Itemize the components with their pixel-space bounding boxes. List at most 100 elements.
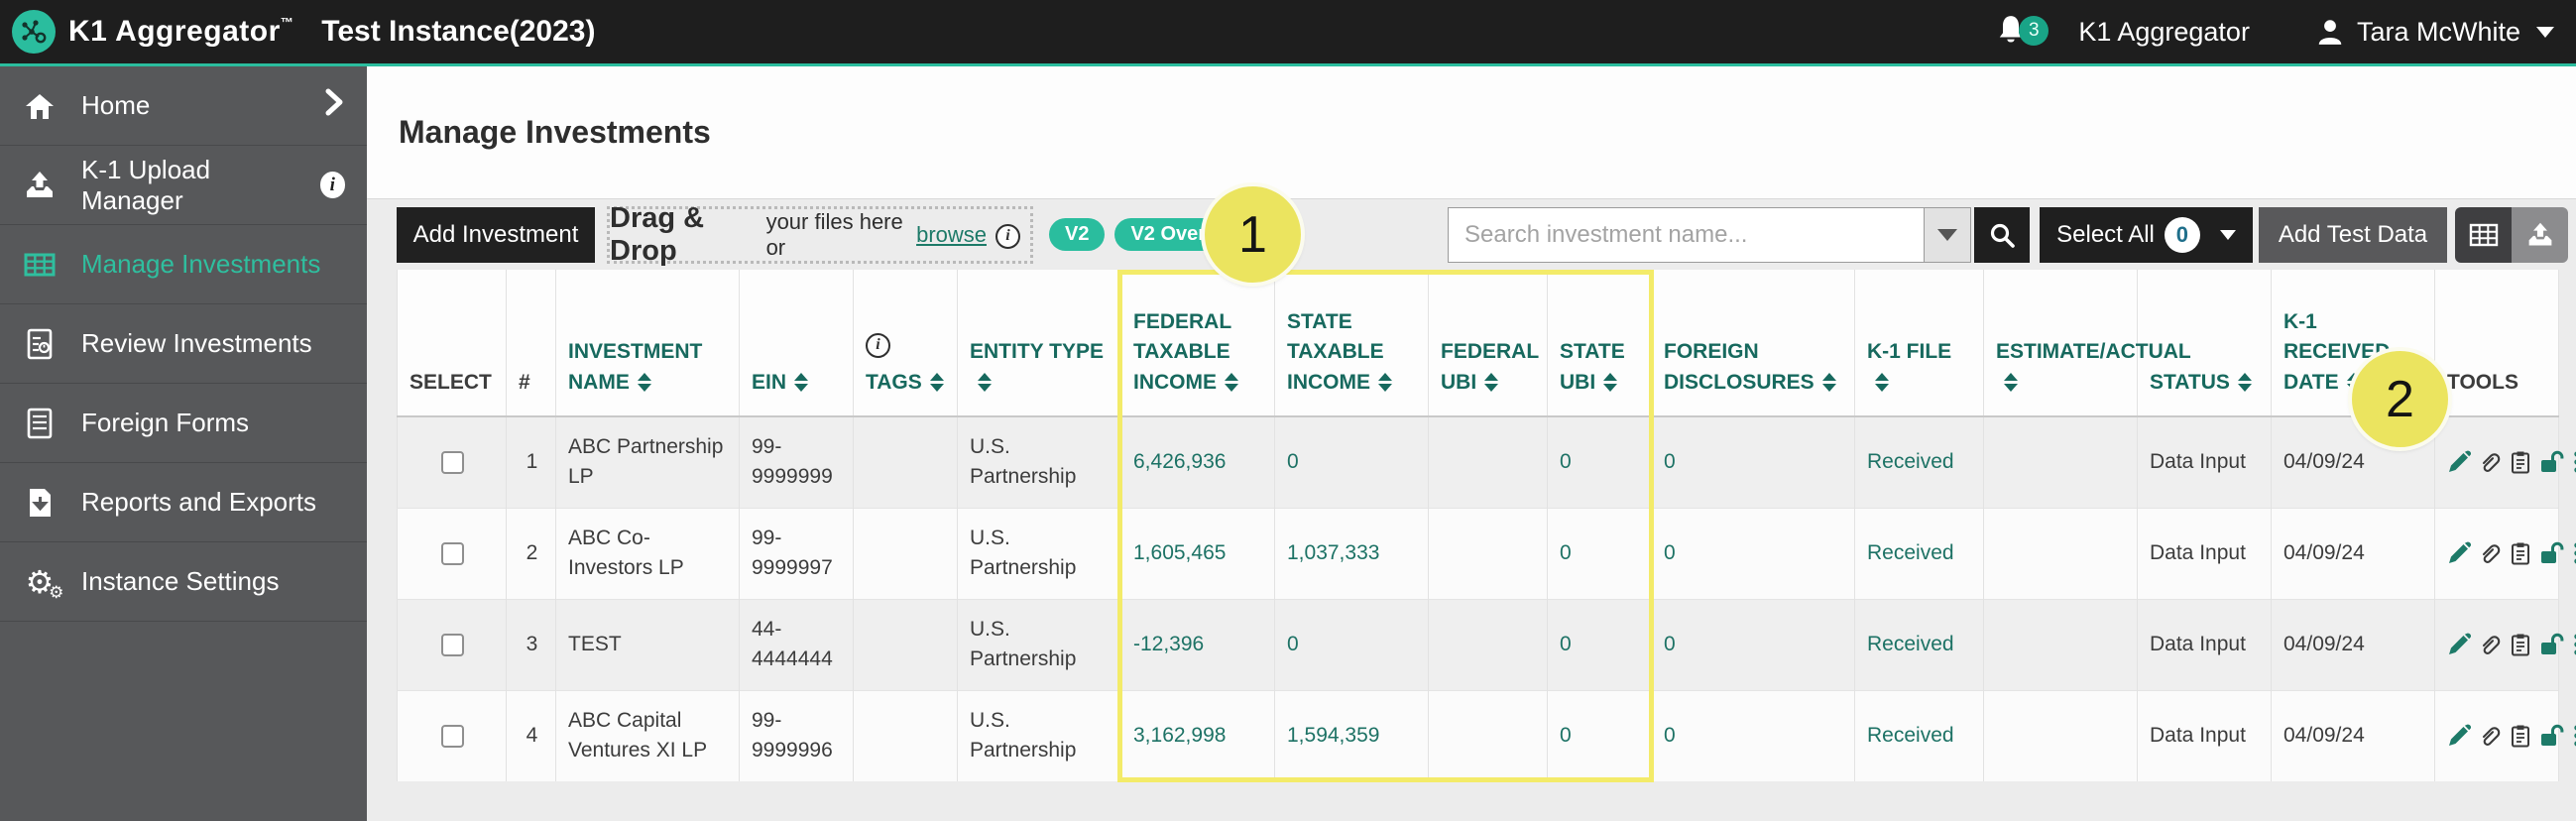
- attachment-paperclip-icon[interactable]: [2478, 724, 2502, 748]
- federal-taxable-income-link[interactable]: -12,396: [1121, 599, 1275, 690]
- sidebar-item-k1-upload-manager[interactable]: K-1 Upload Manager i: [0, 146, 367, 225]
- attachment-paperclip-icon[interactable]: [2478, 633, 2502, 656]
- state-taxable-income-link[interactable]: 1,037,333: [1275, 508, 1429, 599]
- sidebar-item-instance-settings[interactable]: ⚙⚙ Instance Settings: [0, 542, 367, 622]
- sidebar-item-foreign-forms[interactable]: Foreign Forms: [0, 384, 367, 463]
- unlock-icon[interactable]: [2539, 450, 2565, 474]
- chevron-down-icon: [2220, 230, 2236, 240]
- browse-link[interactable]: browse: [916, 222, 987, 248]
- row-number-cell: 1: [507, 416, 556, 508]
- header-state-ubi[interactable]: STATE UBI: [1548, 270, 1652, 416]
- header-federal-ubi[interactable]: FEDERAL UBI: [1429, 270, 1548, 416]
- state-ubi-link[interactable]: 0: [1548, 416, 1652, 508]
- sidebar-item-manage-investments[interactable]: Manage Investments: [0, 225, 367, 304]
- sidebar-item-reports-and-exports[interactable]: Reports and Exports: [0, 463, 367, 542]
- header-tags[interactable]: iTAGS: [854, 270, 958, 416]
- federal-ubi-cell[interactable]: [1429, 508, 1548, 599]
- federal-taxable-income-link[interactable]: 1,605,465: [1121, 508, 1275, 599]
- federal-ubi-cell[interactable]: [1429, 416, 1548, 508]
- kebab-menu-icon[interactable]: [2572, 450, 2576, 474]
- investment-name-cell: TEST: [556, 599, 740, 690]
- federal-ubi-cell[interactable]: [1429, 690, 1548, 781]
- user-menu[interactable]: Tara McWhite: [2315, 17, 2554, 48]
- clipboard-icon[interactable]: [2509, 450, 2532, 474]
- kebab-menu-icon[interactable]: [2572, 541, 2576, 565]
- home-icon: [22, 88, 58, 124]
- header-estimate-actual[interactable]: ESTIMATE/ACTUAL: [1984, 270, 2138, 416]
- sidebar-item-home[interactable]: Home: [0, 66, 367, 146]
- state-taxable-income-link[interactable]: 0: [1275, 416, 1429, 508]
- search-icon: [1987, 220, 2017, 250]
- state-taxable-income-link[interactable]: 1,594,359: [1275, 690, 1429, 781]
- state-ubi-link[interactable]: 0: [1548, 599, 1652, 690]
- row-checkbox[interactable]: [441, 451, 464, 474]
- federal-taxable-income-link[interactable]: 3,162,998: [1121, 690, 1275, 781]
- sidebar-item-label: Reports and Exports: [81, 487, 316, 518]
- edit-pencil-icon[interactable]: [2447, 541, 2471, 565]
- state-ubi-link[interactable]: 0: [1548, 508, 1652, 599]
- select-all-button[interactable]: Select All 0: [2040, 207, 2253, 263]
- kebab-menu-icon[interactable]: [2572, 633, 2576, 656]
- clipboard-icon[interactable]: [2509, 633, 2532, 656]
- federal-taxable-income-link[interactable]: 6,426,936: [1121, 416, 1275, 508]
- clipboard-icon[interactable]: [2509, 541, 2532, 565]
- header-investment-name[interactable]: INVESTMENT NAME: [556, 270, 740, 416]
- k1-file-link[interactable]: Received: [1855, 508, 1984, 599]
- search-input[interactable]: [1448, 207, 1924, 263]
- investment-name-cell: ABC Co-Investors LP: [556, 508, 740, 599]
- foreign-disclosures-link[interactable]: 0: [1652, 599, 1855, 690]
- row-checkbox[interactable]: [441, 725, 464, 748]
- edit-pencil-icon[interactable]: [2447, 724, 2471, 748]
- tools-cell: [2435, 599, 2559, 690]
- sidebar-item-review-investments[interactable]: Review Investments: [0, 304, 367, 384]
- row-checkbox[interactable]: [441, 542, 464, 565]
- search-options-dropdown[interactable]: [1924, 207, 1971, 263]
- clipboard-icon[interactable]: [2509, 724, 2532, 748]
- tags-info-icon[interactable]: i: [866, 333, 890, 358]
- unlock-icon[interactable]: [2539, 541, 2565, 565]
- state-taxable-income-link[interactable]: 0: [1275, 599, 1429, 690]
- search-button[interactable]: [1974, 207, 2030, 263]
- unlock-icon[interactable]: [2539, 724, 2565, 748]
- document-icon: [22, 406, 58, 441]
- k1-file-link[interactable]: Received: [1855, 599, 1984, 690]
- attachment-paperclip-icon[interactable]: [2478, 450, 2502, 474]
- k1-file-link[interactable]: Received: [1855, 416, 1984, 508]
- foreign-disclosures-link[interactable]: 0: [1652, 690, 1855, 781]
- tags-cell: [854, 690, 958, 781]
- edit-pencil-icon[interactable]: [2447, 633, 2471, 656]
- add-investment-button[interactable]: Add Investment: [397, 207, 595, 263]
- header-ein[interactable]: EIN: [740, 270, 854, 416]
- header-state-taxable-income[interactable]: STATE TAXABLE INCOME: [1275, 270, 1429, 416]
- user-icon: [2315, 17, 2345, 47]
- state-ubi-link[interactable]: 0: [1548, 690, 1652, 781]
- table-view-button[interactable]: [2455, 207, 2512, 263]
- ein-cell: 99-9999999: [740, 416, 854, 508]
- file-dropzone[interactable]: Drag & Drop your files here or browse i: [607, 206, 1033, 264]
- info-icon[interactable]: i: [320, 172, 345, 198]
- notifications-button[interactable]: 3: [1995, 14, 2027, 51]
- table-row: 1 ABC Partnership LP 99-9999999 U.S. Par…: [398, 416, 2559, 508]
- edit-pencil-icon[interactable]: [2447, 450, 2471, 474]
- unlock-icon[interactable]: [2539, 633, 2565, 656]
- row-checkbox[interactable]: [441, 634, 464, 656]
- select-cell: [398, 416, 507, 508]
- investment-name-cell: ABC Capital Ventures XI LP: [556, 690, 740, 781]
- header-entity-type[interactable]: ENTITY TYPE: [958, 270, 1121, 416]
- foreign-disclosures-link[interactable]: 0: [1652, 508, 1855, 599]
- k1-file-link[interactable]: Received: [1855, 690, 1984, 781]
- header-number: #: [507, 270, 556, 416]
- header-k1-file[interactable]: K-1 FILE: [1855, 270, 1984, 416]
- sort-icon: [1378, 373, 1392, 392]
- toolbar: Add Investment Drag & Drop your files he…: [367, 199, 2576, 270]
- header-federal-taxable-income[interactable]: FEDERAL TAXABLE INCOME: [1121, 270, 1275, 416]
- tools-cell: [2435, 690, 2559, 781]
- kebab-menu-icon[interactable]: [2572, 724, 2576, 748]
- federal-ubi-cell[interactable]: [1429, 599, 1548, 690]
- foreign-disclosures-link[interactable]: 0: [1652, 416, 1855, 508]
- dropzone-info-icon[interactable]: i: [995, 224, 1020, 249]
- upload-view-button[interactable]: [2512, 207, 2568, 263]
- attachment-paperclip-icon[interactable]: [2478, 541, 2502, 565]
- header-foreign-disclosures[interactable]: FOREIGN DISCLOSURES: [1652, 270, 1855, 416]
- add-test-data-button[interactable]: Add Test Data: [2259, 207, 2447, 263]
